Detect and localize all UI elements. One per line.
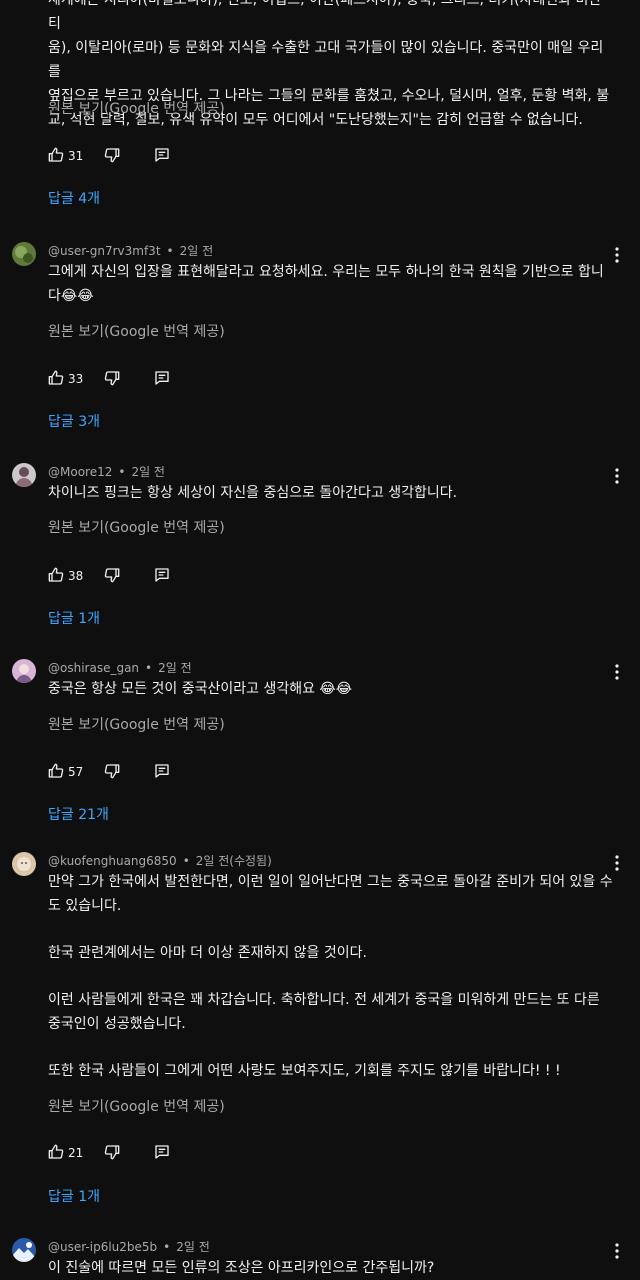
avatar[interactable] xyxy=(12,852,36,876)
separator-dot: • xyxy=(166,244,174,258)
like-count: 21 xyxy=(68,1146,84,1160)
reply-icon[interactable] xyxy=(154,567,170,583)
comment-line: 한국 관련계에서는 아마 더 이상 존재하지 않을 것이다. xyxy=(48,945,367,961)
comment-line: 세계에는 시리아(바빌로니아), 인도, 이집트, 이란(페르시아), 중국, … xyxy=(48,0,602,32)
comment-line: 움), 이탈리아(로마) 등 문화와 지식을 수출한 고대 국가들이 많이 있습… xyxy=(48,40,604,80)
comment-line: 만약 그가 한국에서 발전한다면, 이런 일이 일어난다면 그는 중국으로 돌아… xyxy=(48,874,613,890)
comment-meta: @kuofenghuang6850 • 2일 전(수정됨) xyxy=(48,852,272,869)
separator-dot: • xyxy=(182,854,190,868)
timestamp[interactable]: 2일 전 xyxy=(176,1240,210,1254)
timestamp[interactable]: 2일 전 xyxy=(158,661,192,675)
avatar[interactable] xyxy=(12,463,36,487)
like-count: 57 xyxy=(68,765,84,779)
view-replies-button[interactable]: 답글 4개 xyxy=(48,188,100,208)
view-replies-button[interactable]: 답글 1개 xyxy=(48,1186,100,1206)
thumb-down-icon[interactable] xyxy=(104,147,120,163)
see-original-link[interactable]: 원본 보기(Google 번역 제공) xyxy=(48,714,225,734)
comment-line: 다😂😂 xyxy=(48,288,94,304)
thumb-down-icon[interactable] xyxy=(104,1144,120,1160)
thumb-up-icon[interactable] xyxy=(48,763,64,779)
like-count: 38 xyxy=(68,569,84,583)
view-replies-button[interactable]: 답글 3개 xyxy=(48,411,100,431)
comment-meta: @user-gn7rv3mf3t • 2일 전 xyxy=(48,242,213,259)
like-count: 31 xyxy=(68,149,84,163)
username[interactable]: @user-ip6lu2be5b xyxy=(48,1240,157,1254)
timestamp[interactable]: 2일 전 xyxy=(131,465,165,479)
comment-text: 차이니즈 핑크는 항상 세상이 자신을 중심으로 돌아간다고 생각합니다. xyxy=(48,481,614,505)
avatar[interactable] xyxy=(12,242,36,266)
separator-dot: • xyxy=(118,465,126,479)
like-count: 33 xyxy=(68,372,84,386)
reply-icon[interactable] xyxy=(154,1144,170,1160)
timestamp[interactable]: 2일 전 xyxy=(180,244,214,258)
comment-line: 중국은 항상 모든 것이 중국산이라고 생각해요 😂😂 xyxy=(48,681,353,697)
comment-line: 차이니즈 핑크는 항상 세상이 자신을 중심으로 돌아간다고 생각합니다. xyxy=(48,485,458,501)
reply-icon[interactable] xyxy=(154,147,170,163)
comment-meta: @Moore12 • 2일 전 xyxy=(48,463,165,480)
comment-text: 이 진술에 따르면 모든 인류의 조상은 아프리카인으로 간주됩니까? xyxy=(48,1256,614,1280)
comment-line: 이런 사람들에게 한국은 꽤 차갑습니다. 축하합니다. 전 세계가 중국을 미… xyxy=(48,992,600,1008)
username[interactable]: @Moore12 xyxy=(48,465,112,479)
thumb-up-icon[interactable] xyxy=(48,1144,64,1160)
timestamp[interactable]: 2일 전(수정됨) xyxy=(196,854,272,868)
comment-line: 이 진술에 따르면 모든 인류의 조상은 아프리카인으로 간주됩니까? xyxy=(48,1260,435,1276)
comment-text: 만약 그가 한국에서 발전한다면, 이런 일이 일어난다면 그는 중국으로 돌아… xyxy=(48,870,614,1083)
thumb-up-icon[interactable] xyxy=(48,370,64,386)
comment-meta: @oshirase_gan • 2일 전 xyxy=(48,659,192,676)
thumb-up-icon[interactable] xyxy=(48,147,64,163)
thumb-down-icon[interactable] xyxy=(104,763,120,779)
see-original-link[interactable]: 원본 보기(Google 번역 제공) xyxy=(48,517,225,537)
comment-text: 중국은 항상 모든 것이 중국산이라고 생각해요 😂😂 xyxy=(48,677,614,701)
comment-line: 그에게 자신의 입장을 표현해달라고 요청하세요. 우리는 모두 하나의 한국 … xyxy=(48,264,604,280)
comment-text: 그에게 자신의 입장을 표현해달라고 요청하세요. 우리는 모두 하나의 한국 … xyxy=(48,260,614,308)
separator-dot: • xyxy=(145,661,153,675)
username[interactable]: @user-gn7rv3mf3t xyxy=(48,244,161,258)
thumb-up-icon[interactable] xyxy=(48,567,64,583)
see-original-link[interactable]: 원본 보기(Google 번역 제공) xyxy=(48,1096,225,1116)
comments-feed: 세계에는 시리아(바빌로니아), 인도, 이집트, 이란(페르시아), 중국, … xyxy=(0,0,640,1280)
avatar[interactable] xyxy=(12,659,36,683)
reply-icon[interactable] xyxy=(154,370,170,386)
username[interactable]: @kuofenghuang6850 xyxy=(48,854,177,868)
separator-dot: • xyxy=(163,1240,171,1254)
comment-line: 또한 한국 사람들이 그에게 어떤 사랑도 보여주지도, 기회를 주지도 않기를… xyxy=(48,1063,561,1079)
thumb-down-icon[interactable] xyxy=(104,567,120,583)
comment-line: 중국인이 성공했습니다. xyxy=(48,1016,186,1032)
comment-meta: @user-ip6lu2be5b • 2일 전 xyxy=(48,1238,210,1255)
comment-line: 도 있습니다. xyxy=(48,898,122,914)
reply-icon[interactable] xyxy=(154,763,170,779)
avatar[interactable] xyxy=(12,1238,36,1262)
username[interactable]: @oshirase_gan xyxy=(48,661,139,675)
view-replies-button[interactable]: 답글 1개 xyxy=(48,608,100,628)
see-original-link[interactable]: 원본 보기(Google 번역 제공) xyxy=(48,98,225,118)
see-original-link[interactable]: 원본 보기(Google 번역 제공) xyxy=(48,321,225,341)
thumb-down-icon[interactable] xyxy=(104,370,120,386)
view-replies-button[interactable]: 답글 21개 xyxy=(48,804,109,824)
